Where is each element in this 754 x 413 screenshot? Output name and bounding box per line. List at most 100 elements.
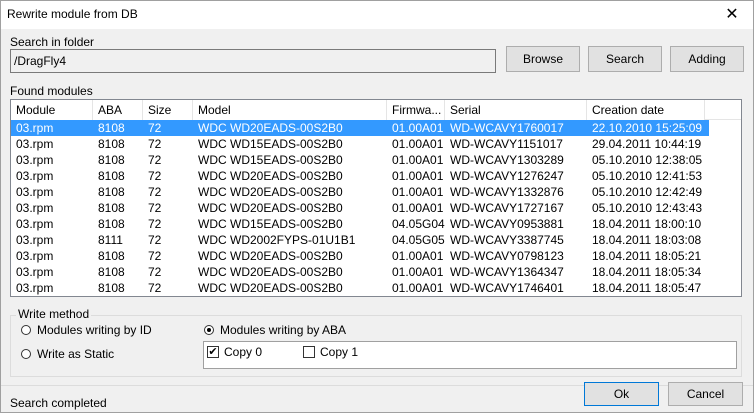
browse-button[interactable]: Browse xyxy=(506,46,580,72)
table-row[interactable]: 03.rpm 8108 72 WDC WD20EADS-00S2B0 01.00A01 W… xyxy=(11,120,709,136)
cell-firmware: 04.05G04 xyxy=(392,217,445,231)
cell-module: 03.rpm xyxy=(16,137,54,151)
cell-size: 72 xyxy=(148,185,162,199)
cell-model: WDC WD20EADS-00S2B0 xyxy=(198,201,343,215)
cell-size: 72 xyxy=(148,153,162,167)
cell-aba: 8108 xyxy=(98,169,125,183)
cell-model: WDC WD15EADS-00S2B0 xyxy=(198,217,343,231)
cell-model: WDC WD20EADS-00S2B0 xyxy=(198,281,343,295)
cell-serial: WD-WCAVY1746401 xyxy=(450,281,564,295)
cell-firmware: 01.00A01 xyxy=(392,201,444,215)
table-row[interactable]: 03.rpm 8108 72 WDC WD20EADS-00S2B0 01.00A01 W… xyxy=(11,184,709,200)
cell-serial: WD-WCAVY1332876 xyxy=(450,185,564,199)
cell-module: 03.rpm xyxy=(16,169,54,183)
search-folder-input[interactable] xyxy=(10,49,496,73)
cell-creation-date: 18.04.2011 18:00:10 xyxy=(592,217,702,231)
cell-size: 72 xyxy=(148,201,162,215)
table-row[interactable]: 03.rpm 8108 72 WDC WD20EADS-00S2B0 01.00A01 W… xyxy=(11,248,709,264)
status-text: Search completed xyxy=(10,396,107,410)
cell-size: 72 xyxy=(148,249,162,263)
cell-creation-date: 29.04.2011 10:44:19 xyxy=(592,137,702,151)
cell-aba: 8108 xyxy=(98,201,125,215)
adding-button[interactable]: Adding xyxy=(670,46,744,72)
cell-serial: WD-WCAVY0953881 xyxy=(450,217,564,231)
cell-module: 03.rpm xyxy=(16,121,54,135)
cell-model: WDC WD2002FYPS-01U1B1 xyxy=(198,233,356,247)
table-row[interactable]: 03.rpm 8108 72 WDC WD15EADS-00S2B0 04.05G04 W… xyxy=(11,216,709,232)
column-header-size[interactable]: Size xyxy=(143,100,193,120)
table-row[interactable]: 03.rpm 8108 72 WDC WD15EADS-00S2B0 01.00A01 W… xyxy=(11,152,709,168)
close-icon[interactable]: ✕ xyxy=(721,4,743,26)
cell-aba: 8108 xyxy=(98,185,125,199)
cell-aba: 8108 xyxy=(98,249,125,263)
cell-aba: 8108 xyxy=(98,121,125,135)
table-row[interactable]: 03.rpm 8111 72 WDC WD2002FYPS-01U1B1 04.05G0… xyxy=(11,232,709,248)
cell-module: 03.rpm xyxy=(16,217,54,231)
title-bar: Rewrite module from DB ✕ xyxy=(1,1,753,29)
list-header: Module ABA Size Model Firmwa... Serial C… xyxy=(11,100,741,120)
radio-by-id[interactable] xyxy=(21,325,31,335)
column-header-firmware[interactable]: Firmwa... xyxy=(387,100,445,120)
table-row[interactable]: 03.rpm 8108 72 WDC WD20EADS-00S2B0 01.00A01 W… xyxy=(11,280,709,296)
cell-size: 72 xyxy=(148,137,162,151)
cell-firmware: 01.00A01 xyxy=(392,265,444,279)
cell-creation-date: 05.10.2010 12:41:53 xyxy=(592,169,703,183)
column-header-serial[interactable]: Serial xyxy=(445,100,587,120)
ok-button[interactable]: Ok xyxy=(584,382,659,406)
cell-firmware: 01.00A01 xyxy=(392,281,444,295)
cell-model: WDC WD20EADS-00S2B0 xyxy=(198,169,343,183)
dialog-window: Rewrite module from DB ✕ Search in folde… xyxy=(0,0,754,413)
cell-creation-date: 05.10.2010 12:38:05 xyxy=(592,153,703,167)
cell-aba: 8108 xyxy=(98,153,125,167)
table-row[interactable]: 03.rpm 8108 72 WDC WD20EADS-00S2B0 01.00A01 W… xyxy=(11,200,709,216)
cell-creation-date: 18.04.2011 18:03:08 xyxy=(592,233,702,247)
column-header-module[interactable]: Module xyxy=(11,100,93,120)
copy1-checkbox[interactable] xyxy=(303,346,315,358)
radio-by-aba-label: Modules writing by ABA xyxy=(220,323,347,337)
cell-firmware: 01.00A01 xyxy=(392,153,444,167)
cell-serial: WD-WCAVY1303289 xyxy=(450,153,564,167)
cell-size: 72 xyxy=(148,217,162,231)
cell-serial: WD-WCAVY0798123 xyxy=(450,249,564,263)
radio-by-aba[interactable] xyxy=(204,325,214,335)
write-method-label: Write method xyxy=(16,307,92,321)
table-row[interactable]: 03.rpm 8108 72 WDC WD15EADS-00S2B0 01.00A01 W… xyxy=(11,136,709,152)
table-row[interactable]: 03.rpm 8108 72 WDC WD20EADS-00S2B0 01.00A01 W… xyxy=(11,264,709,280)
cell-size: 72 xyxy=(148,169,162,183)
column-header-aba[interactable]: ABA xyxy=(93,100,143,120)
cell-module: 03.rpm xyxy=(16,153,54,167)
cancel-button[interactable]: Cancel xyxy=(668,382,743,406)
cell-aba: 8108 xyxy=(98,265,125,279)
column-header-creation-date[interactable]: Creation date xyxy=(587,100,705,120)
cell-creation-date: 22.10.2010 15:25:09 xyxy=(592,121,703,135)
cell-size: 72 xyxy=(148,233,162,247)
search-button[interactable]: Search xyxy=(588,46,662,72)
cell-model: WDC WD20EADS-00S2B0 xyxy=(198,121,343,135)
cell-module: 03.rpm xyxy=(16,265,54,279)
cell-aba: 8108 xyxy=(98,137,125,151)
cell-module: 03.rpm xyxy=(16,185,54,199)
cell-serial: WD-WCAVY1364347 xyxy=(450,265,564,279)
cell-creation-date: 05.10.2010 12:43:43 xyxy=(592,201,703,215)
table-row[interactable]: 03.rpm 8108 72 WDC WD20EADS-00S2B0 01.00A01 W… xyxy=(11,168,709,184)
cell-aba: 8111 xyxy=(98,233,123,247)
found-modules-label: Found modules xyxy=(10,84,93,98)
copy0-checkbox[interactable]: ✔ xyxy=(207,346,219,358)
cell-serial: WD-WCAVY1276247 xyxy=(450,169,564,183)
radio-static-label: Write as Static xyxy=(37,347,115,361)
cell-creation-date: 18.04.2011 18:05:47 xyxy=(592,281,702,295)
found-modules-list[interactable]: Module ABA Size Model Firmwa... Serial C… xyxy=(10,99,742,297)
copy0-label: Copy 0 xyxy=(224,345,263,359)
cell-serial: WD-WCAVY1727167 xyxy=(450,201,564,215)
cell-size: 72 xyxy=(148,265,162,279)
cell-creation-date: 18.04.2011 18:05:34 xyxy=(592,265,702,279)
window-title: Rewrite module from DB xyxy=(7,7,138,21)
cell-size: 72 xyxy=(148,121,162,135)
cell-module: 03.rpm xyxy=(16,233,54,247)
cell-model: WDC WD20EADS-00S2B0 xyxy=(198,185,343,199)
radio-static[interactable] xyxy=(21,349,31,359)
cell-model: WDC WD20EADS-00S2B0 xyxy=(198,249,343,263)
column-header-model[interactable]: Model xyxy=(193,100,387,120)
cell-firmware: 01.00A01 xyxy=(392,169,444,183)
cell-firmware: 04.05G05 xyxy=(392,233,445,247)
